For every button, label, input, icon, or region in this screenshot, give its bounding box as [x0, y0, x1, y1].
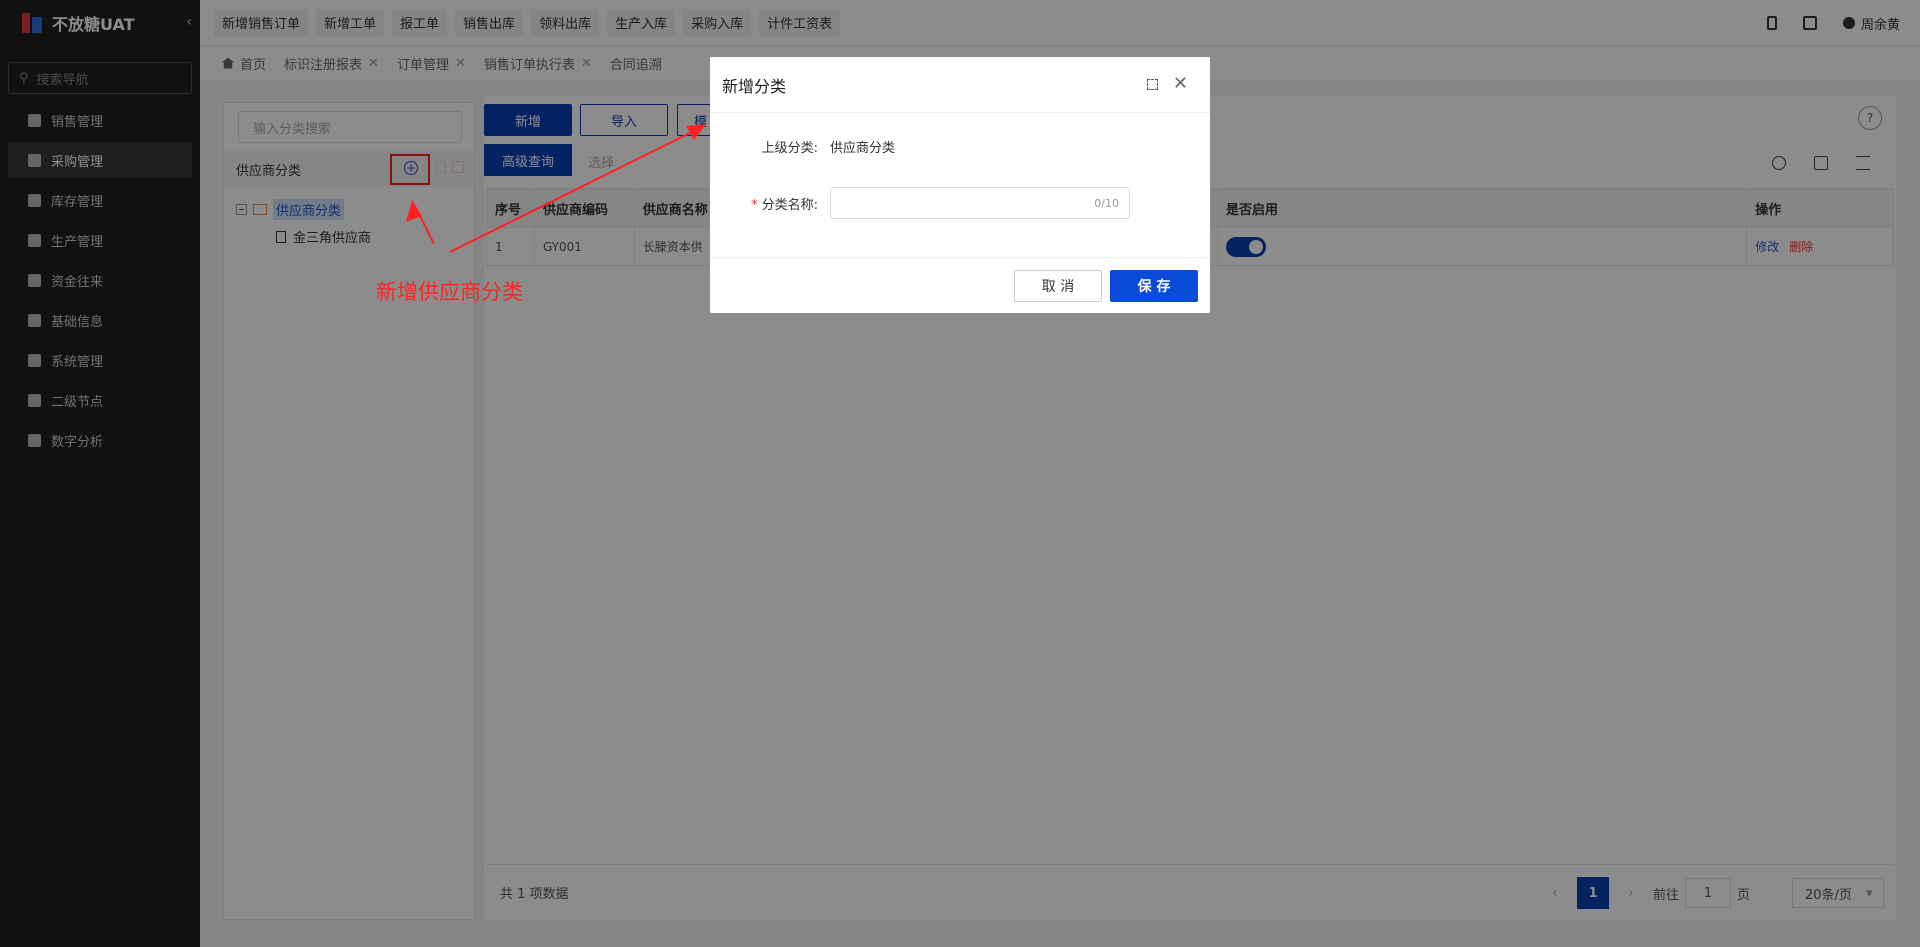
arrowhead-icon	[686, 124, 706, 140]
arrowhead-icon	[406, 200, 422, 222]
annotation-label: 新增供应商分类	[376, 280, 523, 304]
annotation-arrows	[406, 124, 706, 253]
annotation-arrow-to-dialog	[449, 127, 701, 253]
